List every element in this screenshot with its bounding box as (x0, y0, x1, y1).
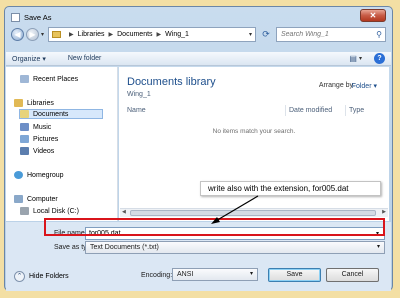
chevron-down-icon: ▾ (249, 271, 253, 277)
forward-button[interactable]: ▶ (26, 28, 39, 41)
address-bar[interactable]: ▶ Libraries ▶ Documents ▶ Wing_1 ▾ (48, 27, 256, 42)
address-dropdown-icon[interactable]: ▾ (249, 31, 252, 38)
sidebar-item-pictures[interactable]: Pictures (20, 134, 58, 144)
navigation-row: ◀ ▶ ▾ ▶ Libraries ▶ Documents ▶ Wing_1 ▾… (11, 27, 386, 42)
chevron-up-icon: ⌃ (14, 271, 25, 282)
computer-icon (14, 195, 23, 203)
horizontal-scrollbar[interactable]: ◀ ▶ (120, 208, 388, 217)
annotation-callout: write also with the extension, for005.da… (200, 181, 381, 196)
sidebar-item-libraries[interactable]: Libraries (14, 98, 54, 108)
arrange-by-label: Arrange by: (318, 82, 355, 89)
close-button[interactable]: ✕ (360, 9, 386, 22)
scroll-left-icon[interactable]: ◀ (122, 209, 126, 215)
recent-places-icon (20, 75, 29, 83)
pictures-icon (20, 135, 29, 143)
sidebar-item-documents[interactable]: Documents (19, 109, 103, 119)
help-icon[interactable]: ? (374, 53, 385, 64)
library-subtitle: Wing_1 (127, 91, 151, 98)
refresh-icon[interactable]: ⟳ (259, 27, 273, 42)
search-box[interactable]: ⚲ (276, 27, 386, 42)
view-options-icon[interactable]: ▤ (349, 54, 357, 63)
recent-pages-dropdown[interactable]: ▾ (41, 31, 44, 38)
title-bar: Save As (11, 11, 52, 23)
encoding-select[interactable]: ANSI ▾ (172, 268, 258, 281)
view-dropdown-icon[interactable]: ▾ (359, 55, 362, 62)
folder-icon (52, 31, 62, 38)
command-bar: Organize ▾ New folder ▤ ▾ ? (6, 52, 391, 66)
sidebar-item-local-disk[interactable]: Local Disk (C:) (20, 206, 79, 216)
navigation-pane: Recent Places Libraries Documents Music … (6, 67, 118, 221)
sidebar-item-videos[interactable]: Videos (20, 146, 54, 156)
homegroup-icon (14, 171, 23, 179)
disk-icon (20, 207, 29, 215)
videos-icon (20, 147, 29, 155)
library-title: Documents library (127, 76, 216, 88)
scrollbar-thumb[interactable] (130, 210, 376, 216)
arrange-by-dropdown[interactable]: Folder ▾ (352, 82, 377, 90)
empty-message: No items match your search. (212, 128, 296, 135)
scroll-right-icon[interactable]: ▶ (382, 209, 386, 215)
chevron-down-icon: ▾ (376, 244, 380, 250)
save-as-type-select[interactable]: Text Documents (*.txt) ▾ (85, 241, 385, 254)
libraries-icon (14, 99, 23, 107)
cancel-button[interactable]: Cancel (326, 268, 379, 282)
back-button[interactable]: ◀ (11, 28, 24, 41)
app-icon (11, 12, 20, 22)
save-button[interactable]: Save (268, 268, 321, 282)
breadcrumb-wing-1[interactable]: Wing_1 (165, 31, 189, 38)
organize-button[interactable]: Organize ▾ (12, 55, 46, 63)
save-as-dialog: Save As ✕ ◀ ▶ ▾ ▶ Libraries ▶ Documents … (4, 6, 393, 291)
encoding-label: Encoding: (141, 272, 173, 279)
breadcrumb-documents[interactable]: Documents (117, 31, 152, 38)
column-header-type[interactable]: Type (349, 107, 364, 114)
hide-folders-button[interactable]: ⌃ Hide Folders (14, 271, 69, 282)
search-icon[interactable]: ⚲ (376, 30, 382, 39)
sidebar-item-recent-places[interactable]: Recent Places (20, 74, 78, 84)
sidebar-item-homegroup[interactable]: Homegroup (14, 170, 64, 180)
new-folder-button[interactable]: New folder (68, 55, 101, 62)
column-header-date-modified[interactable]: Date modified (289, 107, 332, 114)
column-header-name[interactable]: Name (127, 107, 146, 114)
file-name-highlight (44, 218, 385, 236)
window-title: Save As (24, 12, 52, 22)
documents-icon (20, 110, 29, 118)
music-icon (20, 123, 29, 131)
search-input[interactable] (281, 31, 371, 38)
breadcrumb-libraries[interactable]: Libraries (78, 31, 105, 38)
sidebar-item-music[interactable]: Music (20, 122, 51, 132)
file-list-pane: Documents library Wing_1 Arrange by: Fol… (119, 67, 389, 221)
sidebar-item-computer[interactable]: Computer (14, 194, 58, 204)
